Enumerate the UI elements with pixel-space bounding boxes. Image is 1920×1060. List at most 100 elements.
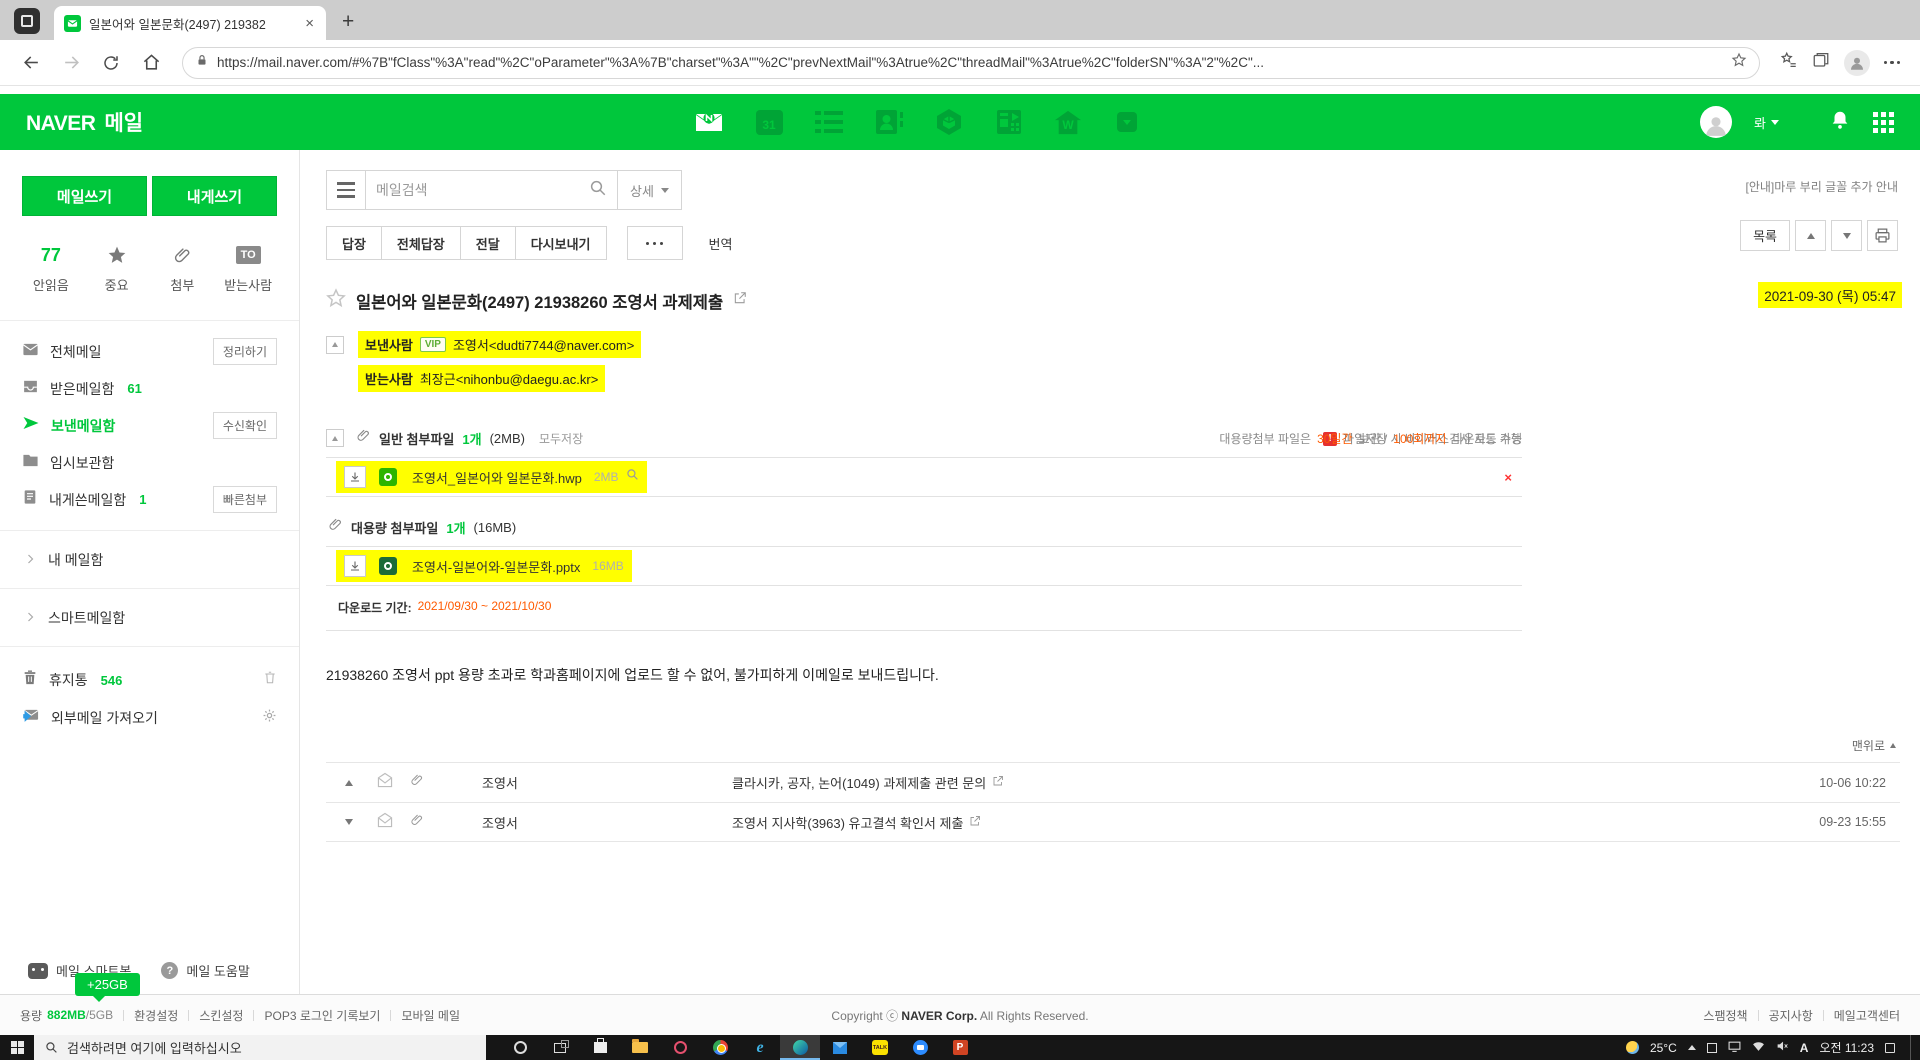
sidebar-item-smart-mailbox[interactable]: 스마트메일함 (0, 588, 299, 646)
clock[interactable]: 오전 11:23 (1819, 1039, 1874, 1056)
share-icon[interactable] (733, 291, 747, 310)
forward-button[interactable]: 전달 (460, 226, 516, 260)
translate-button[interactable]: 번역 (709, 234, 733, 253)
file-explorer-icon[interactable] (620, 1035, 660, 1060)
search-detail-dropdown[interactable]: 상세 (618, 170, 682, 210)
go-to-list-button[interactable]: 목록 (1740, 220, 1790, 251)
refresh-icon[interactable] (94, 46, 128, 80)
notification-center-icon[interactable] (1885, 1043, 1895, 1053)
pop3-log-link[interactable]: POP3 로그인 기록보기 (264, 1007, 380, 1024)
mail-support-link[interactable]: 메일고객센터 (1834, 1007, 1900, 1024)
list-service-icon[interactable] (814, 107, 844, 137)
weather-icon[interactable] (1626, 1041, 1639, 1054)
share-icon[interactable] (992, 775, 1004, 790)
preview-magnifier-icon[interactable] (626, 468, 639, 486)
start-button[interactable] (0, 1035, 34, 1060)
more-actions-button[interactable] (627, 226, 683, 260)
reply-button[interactable]: 답장 (326, 226, 382, 260)
calendar-icon[interactable]: 31 (754, 107, 784, 137)
tray-expand-icon[interactable] (1688, 1045, 1696, 1050)
volume-muted-icon[interactable] (1776, 1040, 1789, 1055)
thread-subject[interactable]: 조영서 지사학(3963) 유고결석 확인서 제출 (732, 813, 981, 832)
stat-important[interactable]: 중요 (84, 244, 150, 294)
expand-thread-icon[interactable] (338, 819, 360, 825)
read-receipt-button[interactable]: 수신확인 (213, 412, 277, 439)
mail-service-icon[interactable] (694, 107, 724, 137)
back-icon[interactable] (14, 46, 48, 80)
tab-close-icon[interactable]: × (303, 14, 316, 33)
favorites-icon[interactable] (1780, 51, 1798, 74)
kakaotalk-icon[interactable]: TALK (860, 1035, 900, 1060)
sidebar-item-inbox[interactable]: 받은메일함 61 (0, 370, 299, 407)
address-bar[interactable]: https://mail.naver.com/#%7B"fClass"%3A"r… (182, 47, 1760, 79)
stat-attachment[interactable]: 첨부 (150, 244, 216, 294)
contacts-icon[interactable] (874, 107, 904, 137)
print-button[interactable] (1867, 220, 1898, 251)
stat-to-me[interactable]: TO 받는사람 (215, 244, 281, 294)
user-avatar[interactable] (1700, 106, 1732, 138)
mobile-mail-link[interactable]: 모바일 메일 (401, 1007, 460, 1024)
star-outline-icon[interactable] (326, 288, 346, 313)
stat-unread[interactable]: 77 안읽음 (18, 244, 84, 294)
workspaces-icon[interactable] (14, 8, 40, 34)
notification-bell-icon[interactable] (1829, 109, 1851, 136)
spam-policy-link[interactable]: 스팸정책 (1703, 1007, 1747, 1024)
edge-icon[interactable] (780, 1035, 820, 1060)
settings-link[interactable]: 환경설정 (134, 1007, 178, 1024)
display-icon[interactable] (1728, 1041, 1741, 1055)
mail-search-input[interactable] (376, 182, 583, 198)
sidebar-item-trash[interactable]: 휴지통 546 (0, 661, 299, 699)
collections-icon[interactable] (1812, 51, 1830, 74)
save-all-button[interactable]: 모두저장 (539, 430, 583, 447)
naver-mail-logo[interactable]: NAVER 메일 (26, 107, 143, 137)
thread-subject[interactable]: 클라시카, 공자, 논어(1049) 과제제출 관련 문의 (732, 773, 1004, 792)
collapse-sender-button[interactable] (326, 336, 344, 354)
box-service-icon[interactable] (934, 107, 964, 137)
browser-profile-avatar[interactable] (1844, 50, 1870, 76)
powerpoint-icon[interactable]: P (940, 1035, 980, 1060)
cortana-icon[interactable] (500, 1035, 540, 1060)
ime-indicator[interactable]: A (1800, 1041, 1809, 1055)
zoom-app-icon[interactable] (900, 1035, 940, 1060)
gear-icon[interactable] (262, 708, 277, 728)
to-address[interactable]: 최장근<nihonbu@daegu.ac.kr> (420, 369, 598, 388)
mail-app-icon[interactable] (820, 1035, 860, 1060)
new-tab-button[interactable]: + (342, 11, 354, 32)
forward-icon[interactable] (54, 46, 88, 80)
news-service-icon[interactable] (994, 107, 1024, 137)
home-icon[interactable] (134, 46, 168, 80)
tray-app-icon[interactable] (1707, 1043, 1717, 1053)
works-home-icon[interactable]: W (1054, 109, 1082, 135)
mail-help-link[interactable]: 메일 도움말 (186, 961, 249, 980)
collapse-attachments-button[interactable] (326, 429, 344, 447)
task-view-icon[interactable] (540, 1035, 580, 1060)
internet-explorer-icon[interactable]: e (740, 1035, 780, 1060)
organize-button[interactable]: 정리하기 (213, 338, 277, 365)
compose-button[interactable]: 메일쓰기 (22, 176, 147, 216)
sidebar-item-all-mail[interactable]: 전체메일 정리하기 (0, 333, 299, 370)
sidebar-item-external-mail[interactable]: 외부메일 가져오기 (0, 699, 299, 737)
store-icon[interactable] (580, 1035, 620, 1060)
chrome-icon[interactable] (700, 1035, 740, 1060)
resend-button[interactable]: 다시보내기 (515, 226, 607, 260)
thread-row[interactable]: 조영서 클라시카, 공자, 논어(1049) 과제제출 관련 문의 10-06 … (326, 762, 1900, 802)
delete-attachment-icon[interactable]: × (1504, 470, 1512, 485)
attachment-file-name[interactable]: 조영서_일본어와 일본문화.hwp (412, 468, 582, 487)
sidebar-item-to-me[interactable]: 내게쓴메일함 1 빠른첨부 (0, 481, 299, 518)
collapse-thread-icon[interactable] (338, 780, 360, 786)
taskbar-search[interactable]: 검색하려면 여기에 입력하십시오 (34, 1035, 486, 1060)
show-desktop-button[interactable] (1910, 1035, 1914, 1060)
empty-trash-icon[interactable] (263, 670, 277, 690)
user-menu[interactable]: 롸 (1754, 113, 1779, 132)
share-icon[interactable] (969, 815, 981, 830)
download-icon[interactable] (344, 466, 366, 488)
sidebar-item-sent[interactable]: 보낸메일함 수신확인 (0, 407, 299, 444)
from-address[interactable]: 조영서<dudti7744@naver.com> (453, 335, 634, 354)
sidebar-item-my-mailbox[interactable]: 내 메일함 (0, 530, 299, 588)
bookmark-star-icon[interactable] (1731, 52, 1747, 73)
storage-promo-badge[interactable]: +25GB (75, 973, 140, 996)
browser-menu-icon[interactable] (1884, 61, 1901, 65)
go-top-link[interactable]: 맨위로 (326, 737, 1900, 754)
attachment-file-name[interactable]: 조영서-일본어와-일본문화.pptx (412, 557, 580, 576)
download-icon[interactable] (344, 555, 366, 577)
